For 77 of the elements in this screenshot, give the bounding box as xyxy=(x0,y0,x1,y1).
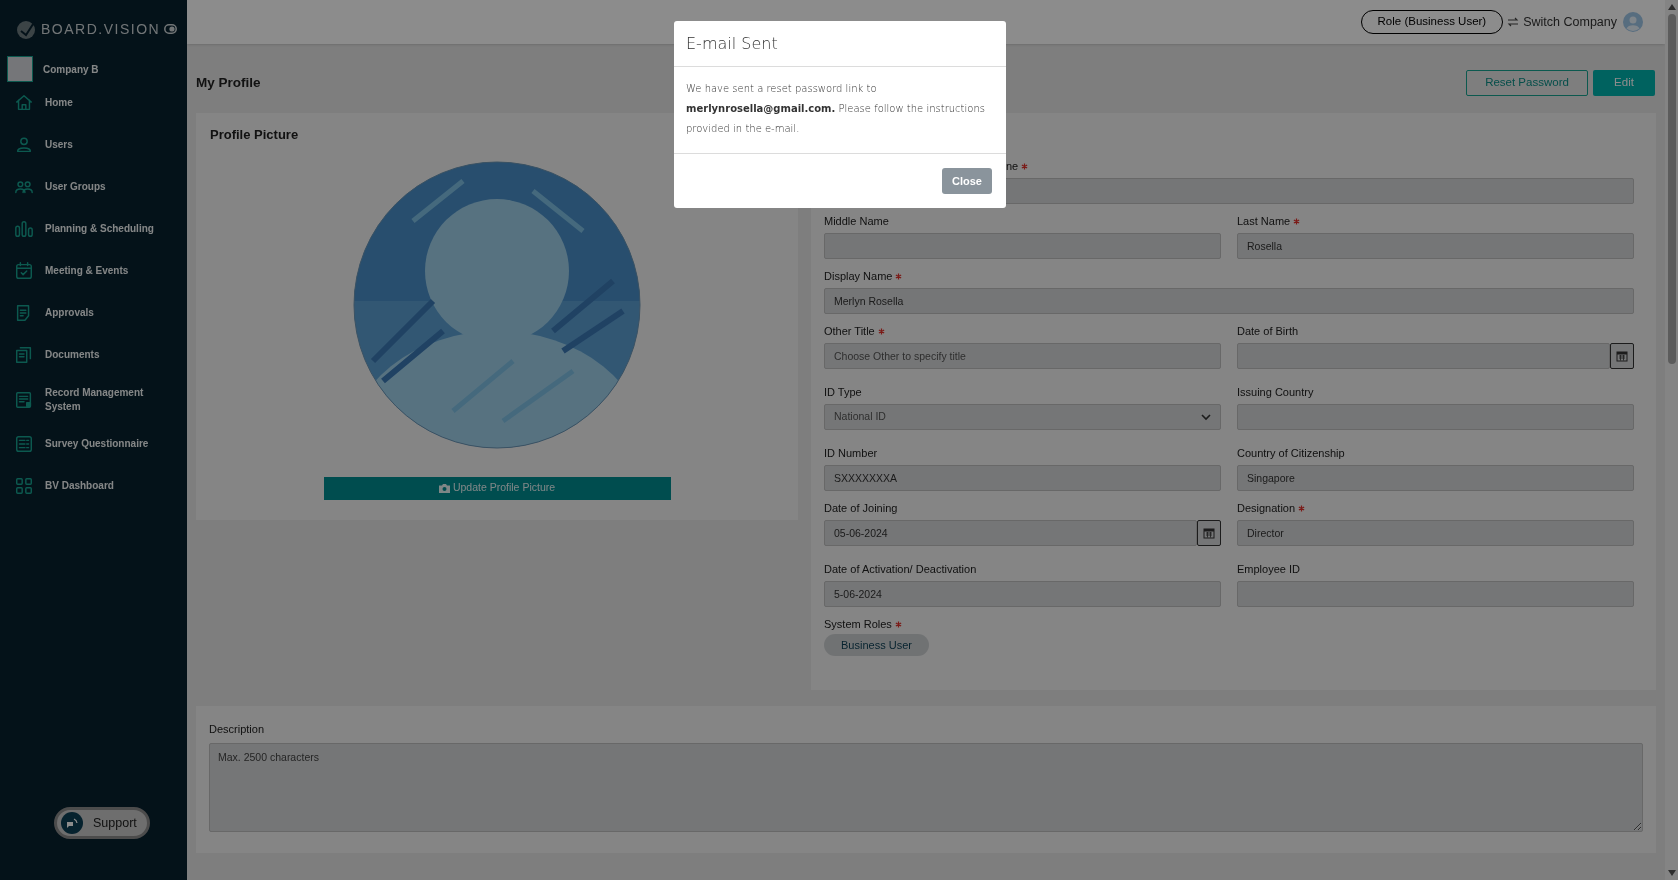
input-field[interactable]: Choose Other to specify title xyxy=(824,343,1221,369)
scroll-down-icon[interactable] xyxy=(1667,870,1676,876)
modal-message: We have sent a reset password link to merlynrosella@gmail.com. Please follow the instructions provided in the e-mail. xyxy=(674,67,1006,154)
modal-title: E-mail Sent xyxy=(686,32,778,55)
scroll-thumb[interactable] xyxy=(1667,14,1676,364)
field-label: Date of Activation/ Deactivation xyxy=(824,563,977,576)
bar-chart-icon xyxy=(14,219,34,239)
sidebar-item[interactable]: Documents xyxy=(0,334,187,376)
sidebar-item[interactable]: Planning & Scheduling xyxy=(0,208,187,250)
input-field[interactable] xyxy=(1237,404,1634,430)
swap-icon xyxy=(1507,16,1520,28)
sidebar-item[interactable]: Approvals xyxy=(0,292,187,334)
grid-icon xyxy=(14,476,34,496)
field-label: ne xyxy=(1006,160,1019,173)
input-field[interactable] xyxy=(1237,581,1634,607)
date-field[interactable]: 05-06-2024 xyxy=(824,520,1197,546)
page-title: My Profile xyxy=(196,73,261,92)
input-field[interactable]: Singapore xyxy=(1237,465,1634,491)
report-icon xyxy=(14,389,34,410)
field-label: Middle Name xyxy=(824,215,889,228)
calendar-button[interactable] xyxy=(1610,343,1634,369)
brand-name: BOARD.VISION xyxy=(41,19,161,39)
scroll-up-icon[interactable] xyxy=(1667,4,1676,10)
logo-icon xyxy=(15,18,37,40)
company-logo xyxy=(7,56,33,82)
switch-company-link[interactable]: Switch Company xyxy=(1507,12,1617,32)
documents-icon xyxy=(14,345,34,365)
input-field[interactable]: SXXXXXXXA xyxy=(824,465,1221,491)
field-label: Date of Joining xyxy=(824,502,898,515)
sidebar-item[interactable]: Record Management System xyxy=(0,376,187,423)
input-field[interactable]: 5-06-2024 xyxy=(824,581,1221,607)
field-label: Last Name xyxy=(1237,215,1291,228)
camera-icon xyxy=(438,483,450,493)
reset-password-button[interactable]: Reset Password xyxy=(1466,70,1588,96)
input-field[interactable]: Director xyxy=(1237,520,1634,546)
sidebar-item[interactable]: Users xyxy=(0,124,187,166)
chevron-down-icon xyxy=(1201,413,1211,421)
field-label: System Roles xyxy=(824,618,892,631)
field-label: Display Name xyxy=(824,270,893,283)
scrollbar[interactable] xyxy=(1665,0,1678,880)
field-label: Employee ID xyxy=(1237,563,1300,576)
chat-icon xyxy=(61,812,83,834)
calendar-icon xyxy=(14,261,34,281)
update-profile-picture-button[interactable]: Update Profile Picture xyxy=(323,476,671,500)
role-tag: Business User xyxy=(824,634,929,656)
select-field[interactable]: National ID xyxy=(824,404,1221,430)
description-field[interactable]: Max. 2500 characters xyxy=(209,742,1643,832)
input-field[interactable]: Merlyn Rosella xyxy=(824,288,1634,314)
field-label: ID Number xyxy=(824,447,878,460)
checklist-icon xyxy=(14,434,34,454)
input-field[interactable] xyxy=(824,233,1221,259)
support-button[interactable]: Support xyxy=(54,807,150,839)
calendar-button[interactable] xyxy=(1197,520,1221,546)
calendar-icon xyxy=(1616,350,1628,362)
field-label: Designation xyxy=(1237,502,1296,515)
calendar-icon xyxy=(1203,527,1215,539)
field-label: Country of Citizenship xyxy=(1237,447,1345,460)
toggle-icon xyxy=(164,24,177,34)
company-name: Company B xyxy=(43,62,99,77)
field-label: Other Title xyxy=(824,325,875,338)
edit-button[interactable]: Edit xyxy=(1593,70,1655,96)
sidebar-item[interactable]: BV Dashboard xyxy=(0,465,187,507)
sidebar-item[interactable]: Home xyxy=(0,82,187,124)
user-icon xyxy=(14,135,34,155)
sidebar-item[interactable]: Survey Questionnaire xyxy=(0,423,187,465)
sidebar-item[interactable]: User Groups xyxy=(0,166,187,208)
field-label: ID Type xyxy=(824,386,862,399)
card-title: Profile Picture xyxy=(210,126,299,144)
date-field[interactable] xyxy=(1237,343,1610,369)
sidebar-item[interactable]: Meeting & Events xyxy=(0,250,187,292)
field-label: Description xyxy=(209,722,266,737)
field-label: Date of Birth xyxy=(1237,325,1299,338)
input-field[interactable]: Rosella xyxy=(1237,233,1634,259)
home-icon xyxy=(14,93,34,113)
avatar-icon[interactable] xyxy=(1623,12,1643,32)
field-label: Issuing Country xyxy=(1237,386,1314,399)
close-button[interactable]: Close xyxy=(942,168,992,194)
